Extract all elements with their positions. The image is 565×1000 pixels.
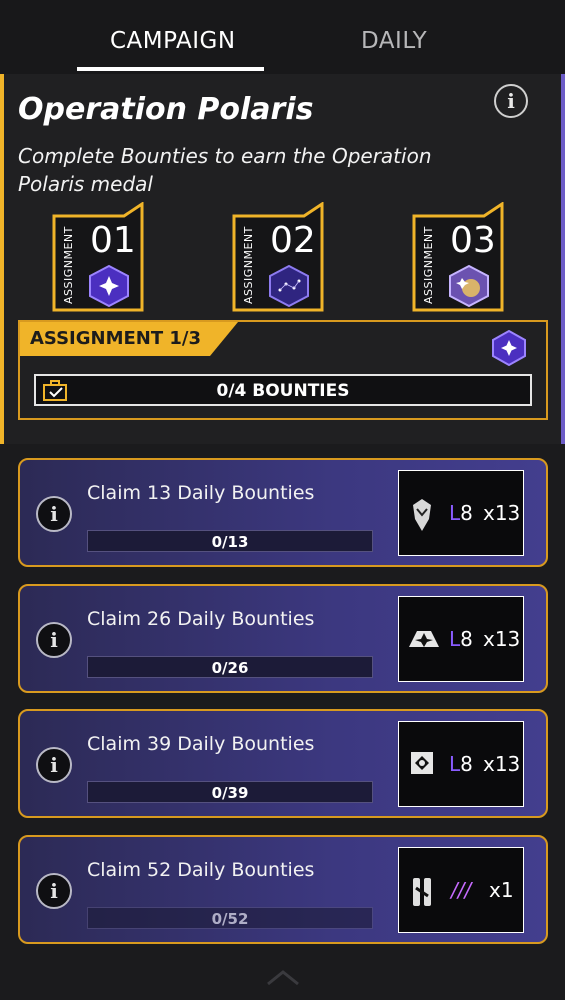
level-prefix: L <box>449 501 461 525</box>
current-assignment-box: ASSIGNMENT 1/3 0/4 BOUNTIES <box>18 320 548 420</box>
assignment-vertical-label: ASSIGNMENT <box>242 226 255 304</box>
reward-level: /// <box>451 878 471 902</box>
assignment-number: 01 <box>90 220 136 261</box>
bounty-progress-bar: 0/13 <box>87 530 373 552</box>
assignment-card-03[interactable]: ASSIGNMENT 03 <box>412 202 504 312</box>
level-prefix: /// <box>451 878 472 902</box>
diamond-icon <box>411 752 433 774</box>
operation-panel: Operation Polaris Complete Bounties to e… <box>0 74 565 444</box>
info-icon[interactable]: i <box>36 496 72 532</box>
assignment-vertical-label: ASSIGNMENT <box>422 226 435 304</box>
reward-box[interactable]: /// x1 <box>398 847 524 933</box>
bounty-progress-bar: 0/52 <box>87 907 373 929</box>
bounty-card[interactable]: i Claim 52 Daily Bounties 0/52 /// x1 <box>18 835 548 944</box>
bounty-progress-bar: 0/39 <box>87 781 373 803</box>
charm-icon <box>413 878 431 906</box>
reward-box[interactable]: L8 x13 <box>398 721 524 807</box>
bounty-progress-text: 0/26 <box>211 659 249 677</box>
assignment-number: 02 <box>270 220 316 261</box>
tab-daily[interactable]: DAILY <box>361 28 427 54</box>
reward-box[interactable]: L8 x13 <box>398 596 524 682</box>
bounty-card[interactable]: i Claim 13 Daily Bounties 0/13 L8 x13 <box>18 458 548 567</box>
info-icon[interactable]: i <box>36 873 72 909</box>
assignment-card-01[interactable]: ASSIGNMENT 01 <box>52 202 144 312</box>
bounty-card[interactable]: i Claim 26 Daily Bounties 0/26 L8 x13 <box>18 584 548 693</box>
bounty-progress-text: 0/13 <box>211 533 249 551</box>
operation-title: Operation Polaris <box>18 92 314 127</box>
helmet-icon <box>413 499 431 531</box>
emblem-icon <box>409 631 439 647</box>
bounty-label: Claim 26 Daily Bounties <box>87 608 315 630</box>
star-hex-icon <box>492 330 526 366</box>
level-value: 8 <box>460 752 473 776</box>
level-value: 8 <box>460 501 473 525</box>
bounty-label: Claim 13 Daily Bounties <box>87 482 315 504</box>
assignment-vertical-label: ASSIGNMENT <box>62 226 75 304</box>
bounty-card[interactable]: i Claim 39 Daily Bounties 0/39 L8 x13 <box>18 709 548 818</box>
bounty-label: Claim 52 Daily Bounties <box>87 859 315 881</box>
active-tab-indicator <box>77 67 264 71</box>
chevron-up-icon[interactable] <box>266 968 300 986</box>
info-icon[interactable]: i <box>36 747 72 783</box>
tab-campaign[interactable]: CAMPAIGN <box>110 28 236 54</box>
reward-level: L8 <box>449 752 473 776</box>
constellation-hex-icon <box>269 264 309 308</box>
info-icon[interactable]: i <box>494 84 528 118</box>
planet-hex-icon <box>449 264 489 308</box>
reward-quantity: x13 <box>483 752 521 776</box>
level-value: 8 <box>460 627 473 651</box>
assignment-card-02[interactable]: ASSIGNMENT 02 <box>232 202 324 312</box>
reward-box[interactable]: L8 x13 <box>398 470 524 556</box>
bounties-progress-text: 0/4 BOUNTIES <box>216 381 350 401</box>
level-prefix: L <box>449 752 461 776</box>
assignment-progress-label: ASSIGNMENT 1/3 <box>30 328 202 349</box>
operation-subtitle: Complete Bounties to earn the Operation … <box>18 144 432 196</box>
assignment-number: 03 <box>450 220 496 261</box>
tab-bar: CAMPAIGN DAILY <box>0 0 565 74</box>
reward-quantity: x13 <box>483 627 521 651</box>
reward-level: L8 <box>449 501 473 525</box>
info-icon[interactable]: i <box>36 622 72 658</box>
bounty-progress-text: 0/39 <box>211 784 249 802</box>
reward-quantity: x13 <box>483 501 521 525</box>
bounty-label: Claim 39 Daily Bounties <box>87 733 315 755</box>
level-prefix: L <box>449 627 461 651</box>
star-hex-icon <box>89 264 129 308</box>
bounties-progress-bar: 0/4 BOUNTIES <box>34 374 532 406</box>
bounty-progress-text: 0/52 <box>211 910 249 928</box>
bounty-progress-bar: 0/26 <box>87 656 373 678</box>
reward-level: L8 <box>449 627 473 651</box>
reward-quantity: x1 <box>489 878 514 902</box>
